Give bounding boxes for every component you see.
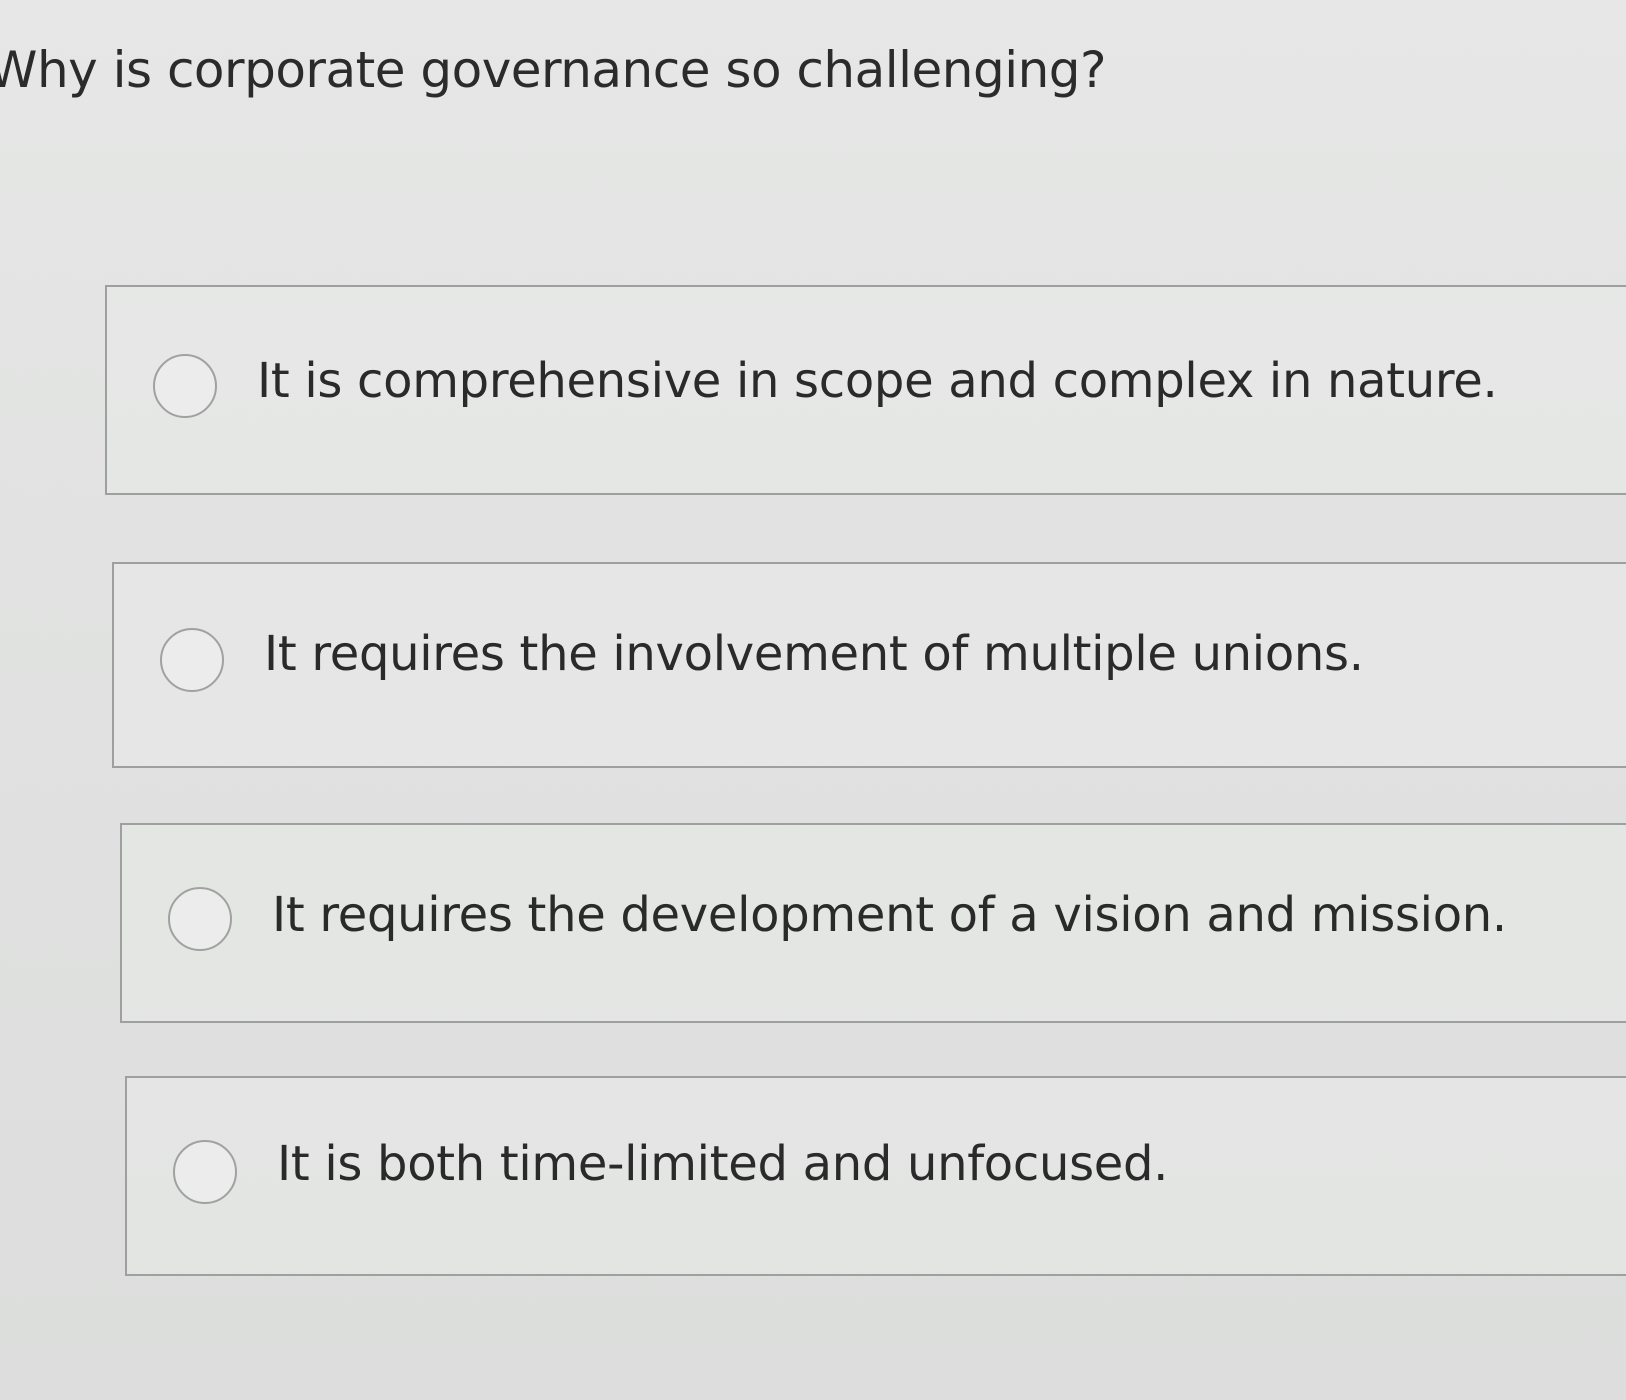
answer-option-label: It requires the involvement of multiple … xyxy=(264,626,1364,682)
answer-option[interactable]: It is both time-limited and unfocused. xyxy=(125,1076,1626,1276)
answer-option-label: It is comprehensive in scope and complex… xyxy=(257,353,1498,409)
answer-option-label: It requires the development of a vision … xyxy=(272,887,1507,943)
radio-button[interactable] xyxy=(168,887,232,951)
radio-button[interactable] xyxy=(173,1140,237,1204)
quiz-page: Why is corporate governance so challengi… xyxy=(0,0,1626,1400)
answer-option-label: It is both time-limited and unfocused. xyxy=(277,1136,1169,1192)
answer-option[interactable]: It is comprehensive in scope and complex… xyxy=(105,285,1626,495)
answer-option[interactable]: It requires the involvement of multiple … xyxy=(112,562,1626,768)
answer-option[interactable]: It requires the development of a vision … xyxy=(120,823,1626,1023)
question-text: Why is corporate governance so challengi… xyxy=(0,41,1107,99)
radio-button[interactable] xyxy=(153,354,217,418)
radio-button[interactable] xyxy=(160,628,224,692)
